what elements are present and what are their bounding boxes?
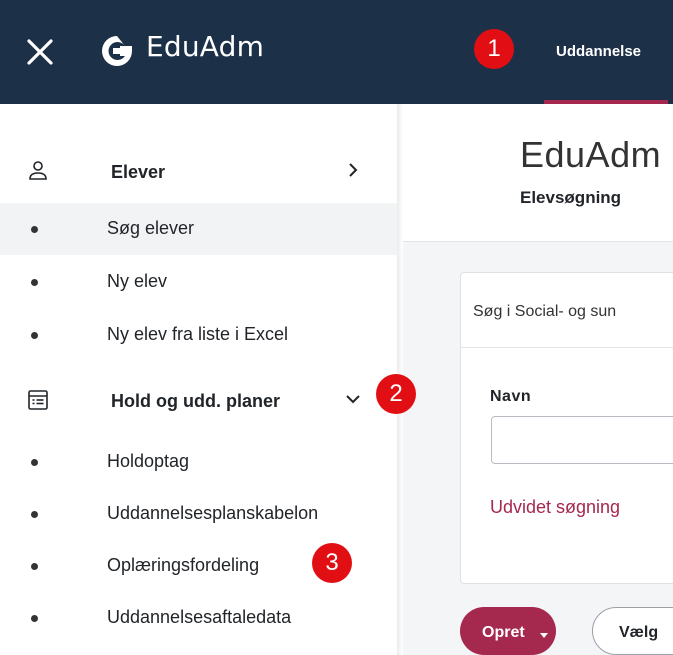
create-button-label: Opret xyxy=(482,624,525,641)
sidebar-item-sog-elever[interactable]: Søg elever xyxy=(0,203,397,255)
advanced-search-link[interactable]: Udvidet søgning xyxy=(490,497,620,518)
chevron-right-icon[interactable] xyxy=(344,161,362,179)
person-icon xyxy=(29,161,47,180)
close-icon[interactable] xyxy=(22,34,58,70)
sidebar-section-elever[interactable]: Elever xyxy=(0,143,397,199)
bullet xyxy=(31,332,38,339)
eduadm-logo-icon[interactable] xyxy=(100,34,134,68)
page-header: EduAdm - Elevsøgning xyxy=(403,104,673,242)
tab-uddannelse-label: Uddannelse xyxy=(556,43,642,60)
chevron-down-icon[interactable] xyxy=(344,390,362,408)
annotation-marker-2: 2 xyxy=(376,374,416,414)
sidebar-item-uddannelsesaftaledata[interactable]: Uddannelsesaftaledata xyxy=(0,592,397,644)
bullet xyxy=(31,615,38,622)
name-field-label: Navn xyxy=(490,388,532,405)
choose-button[interactable]: Vælg xyxy=(592,607,673,655)
list-table-icon xyxy=(28,390,48,410)
page-title: EduAdm - xyxy=(520,134,673,175)
main-content: EduAdm - Elevsøgning Søg i Social- og su… xyxy=(403,104,673,655)
brand-name: EduAdm xyxy=(146,30,265,63)
sidebar-item-label: Uddannelsesaftaledata xyxy=(107,607,292,627)
sidebar-section-label: Hold og udd. planer xyxy=(111,391,280,411)
sidebar-item-uddannelsesplanskabelon[interactable]: Uddannelsesplanskabelon xyxy=(0,488,397,540)
choose-button-label: Vælg xyxy=(619,624,659,641)
sidebar-item-label: Oplæringsfordeling xyxy=(107,555,260,575)
name-input[interactable] xyxy=(491,416,673,464)
bullet xyxy=(31,226,38,233)
sidebar-item-label: Ny elev fra liste i Excel xyxy=(107,324,289,344)
sidebar-item-ny-elev[interactable]: Ny elev xyxy=(0,256,397,308)
sidebar-item-label: Holdoptag xyxy=(107,451,190,471)
top-bar: EduAdm Uddannelse xyxy=(0,0,673,104)
caret-down-icon xyxy=(540,633,548,638)
bullet xyxy=(31,459,38,466)
page-subtitle: Elevsøgning xyxy=(520,188,622,207)
search-card-header: Søg i Social- og sun xyxy=(461,273,673,348)
sidebar-section-label: Elever xyxy=(111,162,166,182)
tab-uddannelse[interactable]: Uddannelse xyxy=(544,0,668,104)
annotation-marker-3: 3 xyxy=(312,543,352,583)
sidebar-section-hold[interactable]: Hold og udd. planer xyxy=(0,372,397,428)
search-card-title: Søg i Social- og sun xyxy=(473,303,617,320)
create-button[interactable]: Opret xyxy=(460,607,556,655)
annotation-marker-1: 1 xyxy=(474,29,514,69)
sidebar-item-ny-elev-excel[interactable]: Ny elev fra liste i Excel xyxy=(0,309,397,361)
sidebar-item-holdoptag[interactable]: Holdoptag xyxy=(0,436,397,488)
sidebar-item-label: Ny elev xyxy=(107,271,168,291)
bullet xyxy=(31,279,38,286)
bullet xyxy=(31,511,38,518)
bullet xyxy=(31,563,38,570)
search-card: Søg i Social- og sun Navn Udvidet søgnin… xyxy=(460,272,673,584)
sidebar-item-label: Uddannelsesplanskabelon xyxy=(107,503,319,523)
sidebar-item-label: Søg elever xyxy=(107,218,195,238)
